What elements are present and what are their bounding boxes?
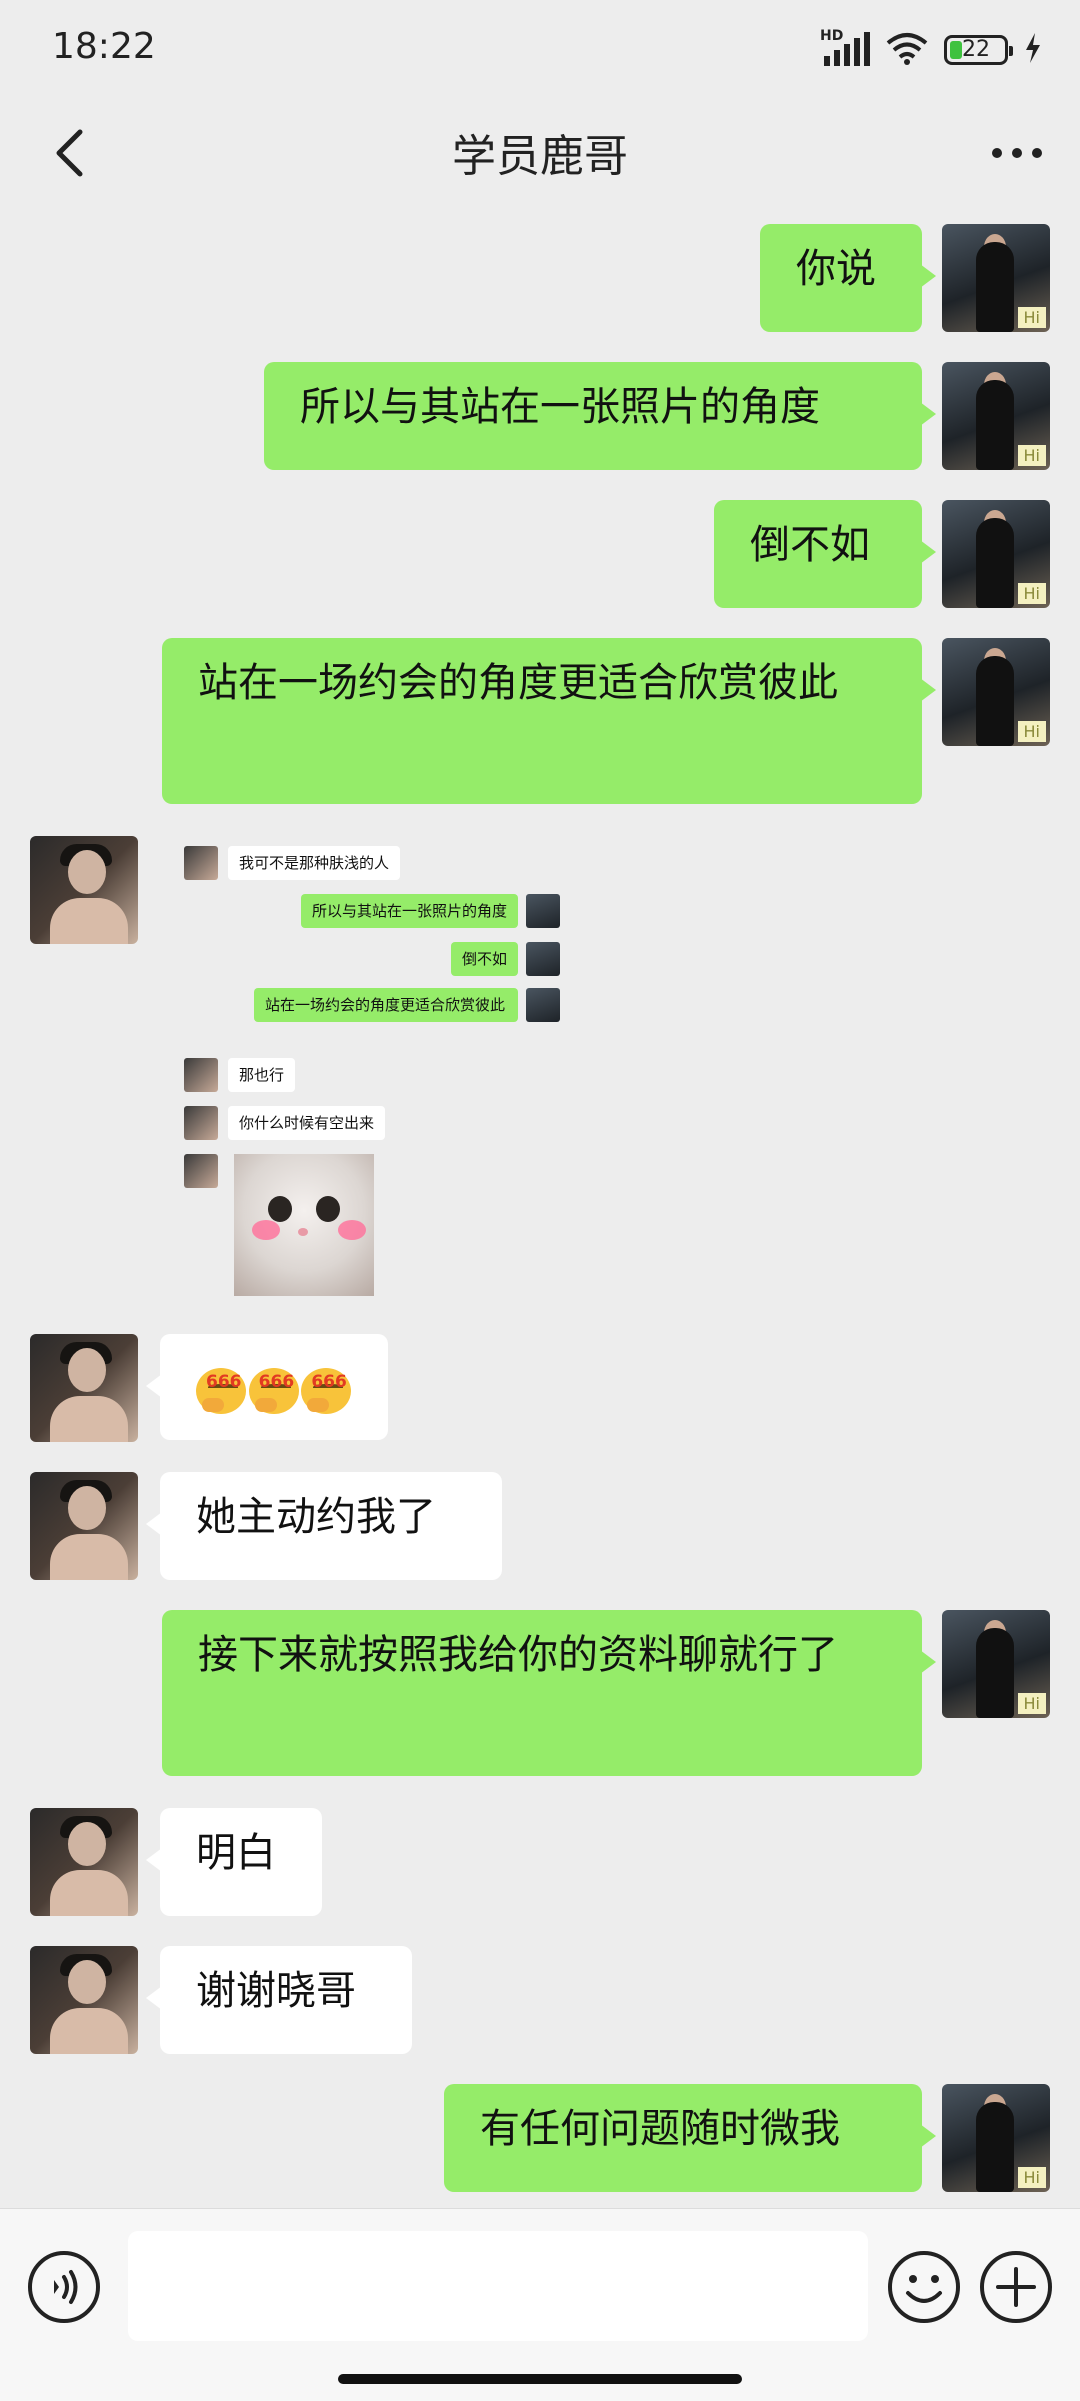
- my-avatar[interactable]: Hi: [942, 638, 1050, 746]
- message-bubble-me[interactable]: 你说: [760, 224, 936, 332]
- avatar-badge: Hi: [1017, 721, 1046, 742]
- message-text: 有任何问题随时微我: [480, 2106, 840, 2152]
- emoji-icon: [888, 2251, 960, 2323]
- message-text: 你说: [796, 246, 876, 292]
- message-text: 所以与其站在一张照片的角度: [300, 384, 820, 430]
- thinking-666-emoji: 666: [248, 1358, 300, 1414]
- mini-avatar: [526, 894, 560, 928]
- my-avatar[interactable]: Hi: [942, 1610, 1050, 1718]
- mini-avatar: [184, 846, 218, 880]
- message-bubble-me[interactable]: 倒不如: [714, 500, 936, 608]
- avatar-badge: Hi: [1017, 1693, 1046, 1714]
- emoji-button[interactable]: [886, 2249, 962, 2325]
- contact-avatar[interactable]: [30, 1808, 138, 1916]
- avatar-badge: Hi: [1017, 2167, 1046, 2188]
- mini-bubble: 那也行: [228, 1058, 296, 1092]
- my-avatar[interactable]: Hi: [942, 500, 1050, 608]
- message-bubble-them[interactable]: 谢谢晓哥: [146, 1946, 412, 2054]
- message-bubble-me[interactable]: 站在一场约会的角度更适合欣赏彼此: [162, 638, 936, 804]
- contact-avatar[interactable]: [30, 836, 138, 944]
- cat-sticker: [234, 1154, 374, 1296]
- message-bubble-them[interactable]: 她主动约我了: [146, 1472, 502, 1580]
- message-text: 明白: [196, 1830, 276, 1876]
- voice-button[interactable]: [26, 2249, 102, 2325]
- message-input[interactable]: [128, 2231, 868, 2341]
- mini-bubble: 站在一场约会的角度更适合欣赏彼此: [254, 988, 518, 1022]
- avatar-badge: Hi: [1017, 583, 1046, 604]
- mini-avatar: [526, 942, 560, 976]
- message-bubble-me[interactable]: 所以与其站在一张照片的角度: [264, 362, 936, 470]
- avatar-badge: Hi: [1017, 445, 1046, 466]
- input-bar: [0, 2208, 1080, 2401]
- message-text: 接下来就按照我给你的资料聊就行了: [198, 1632, 838, 1678]
- avatar-badge: Hi: [1017, 307, 1046, 328]
- home-indicator: [338, 2374, 742, 2384]
- message-text: 站在一场约会的角度更适合欣赏彼此: [198, 660, 838, 706]
- my-avatar[interactable]: Hi: [942, 362, 1050, 470]
- plus-button[interactable]: [978, 2249, 1054, 2325]
- mini-avatar: [184, 1058, 218, 1092]
- contact-avatar[interactable]: [30, 1334, 138, 1442]
- message-list[interactable]: 你说 Hi 所以与其站在一张照片的角度 Hi 倒不如 Hi 站在一场约会的角度更…: [0, 0, 1080, 2206]
- message-text: 倒不如: [750, 522, 870, 568]
- mini-avatar: [526, 988, 560, 1022]
- mini-avatar: [184, 1154, 218, 1188]
- mini-bubble: 倒不如: [450, 942, 518, 976]
- voice-icon: [28, 2251, 100, 2323]
- mini-bubble: 我可不是那种肤浅的人: [228, 846, 401, 880]
- my-avatar[interactable]: Hi: [942, 224, 1050, 332]
- mini-avatar: [184, 1106, 218, 1140]
- mini-bubble: 你什么时候有空出来: [228, 1106, 386, 1140]
- message-bubble-me[interactable]: 有任何问题随时微我: [444, 2084, 936, 2192]
- message-text: 她主动约我了: [196, 1494, 436, 1540]
- mini-bubble: 所以与其站在一张照片的角度: [300, 894, 518, 928]
- contact-avatar[interactable]: [30, 1472, 138, 1580]
- message-bubble-me[interactable]: 接下来就按照我给你的资料聊就行了: [162, 1610, 936, 1776]
- thinking-666-emoji: 666: [301, 1358, 352, 1414]
- message-bubble-them[interactable]: 明白: [146, 1808, 322, 1916]
- contact-avatar[interactable]: [30, 1946, 138, 2054]
- my-avatar[interactable]: Hi: [942, 2084, 1050, 2192]
- emoji-message[interactable]: 666 666 666: [146, 1334, 388, 1440]
- thinking-666-emoji: 666: [196, 1358, 247, 1414]
- message-text: 谢谢晓哥: [196, 1968, 356, 2014]
- plus-icon: [980, 2251, 1052, 2323]
